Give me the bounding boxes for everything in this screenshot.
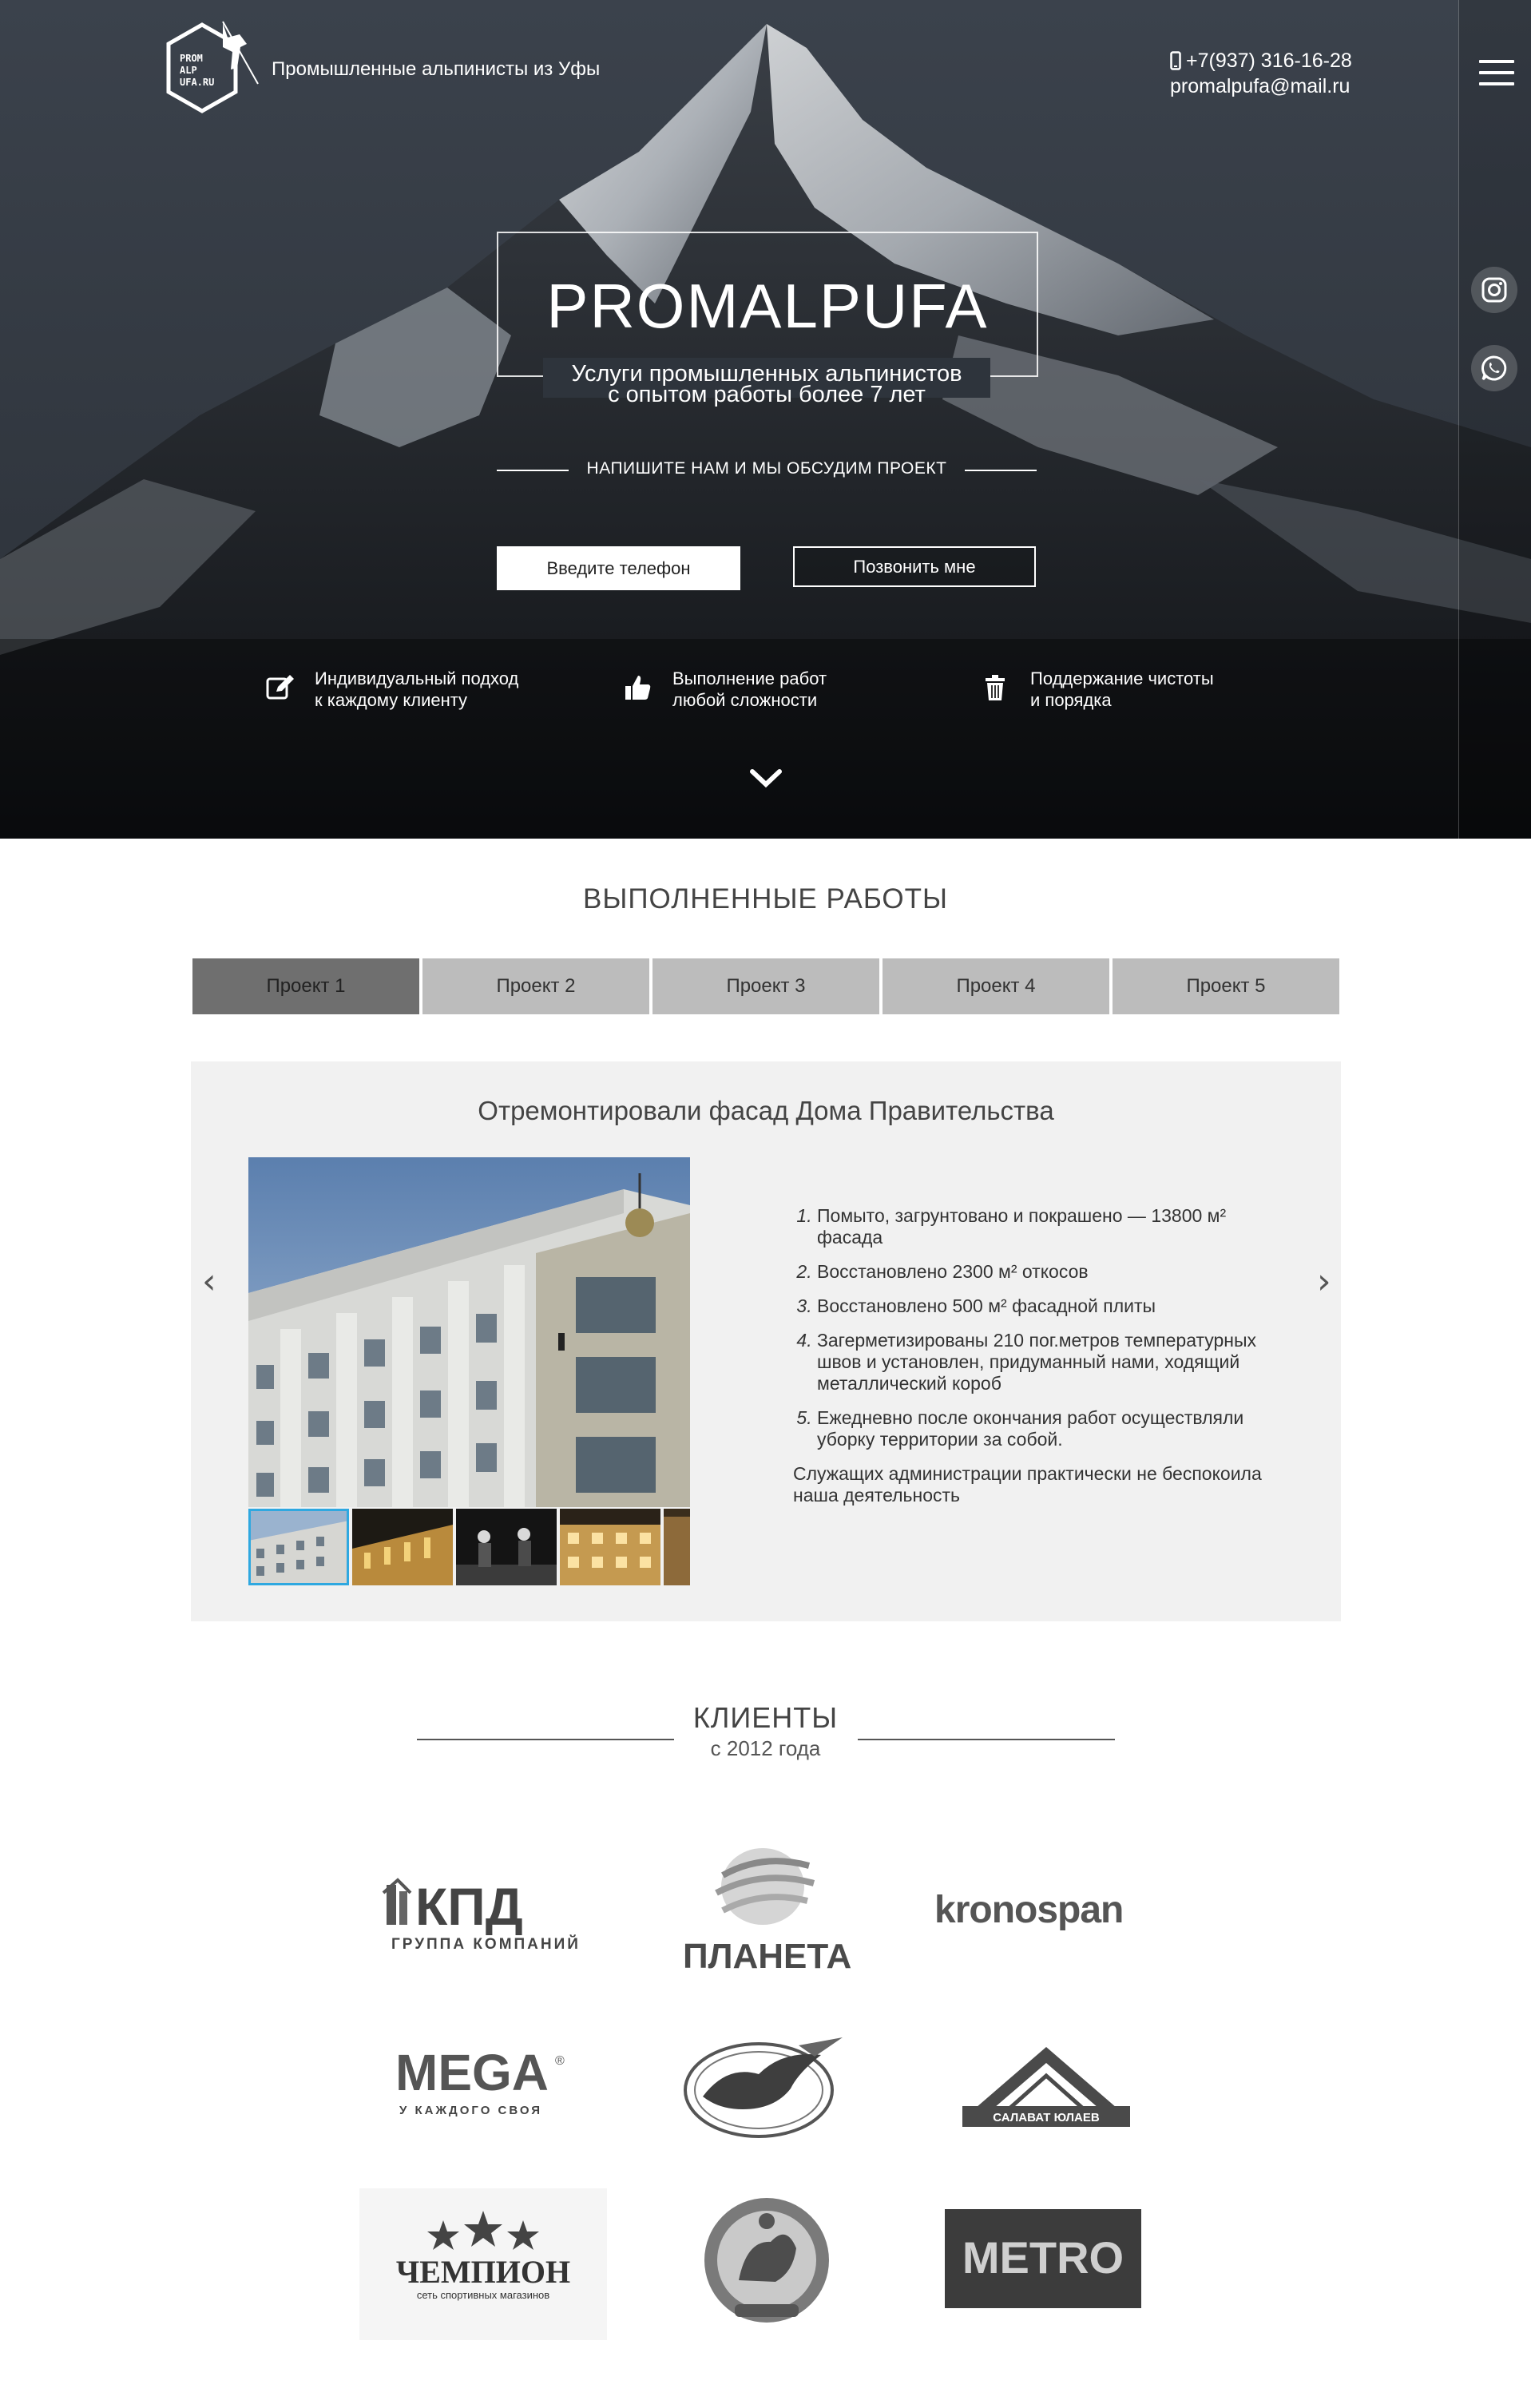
thumbnail-2[interactable] (352, 1509, 453, 1585)
tab-project-5[interactable]: Проект 5 (1113, 958, 1339, 1014)
contacts: +7(937) 316-16-28 promalpufa@mail.ru (1170, 48, 1352, 99)
phone-input[interactable]: Введите телефон (497, 546, 740, 590)
project-title: Отремонтировали фасад Дома Правительства (478, 1096, 1054, 1125)
mountain-background (0, 0, 1531, 839)
email-link[interactable]: promalpufa@mail.ru (1170, 73, 1352, 99)
hero-section: PROM ALP UFA.RU Промышленные альпинисты … (0, 0, 1531, 839)
project-tabs: Проект 1 Проект 2 Проект 3 Проект 4 Прое… (192, 958, 1339, 1014)
carousel-prev-icon[interactable]: ‹ (202, 1261, 216, 1302)
feature-complexity: Выполнение работ любой сложности (623, 668, 827, 711)
mega-sub: У КАЖДОГО СВОЯ (399, 2104, 542, 2117)
metro-text: METRO (962, 2232, 1124, 2283)
project-description: Помыто, загрунтовано и покрашено — 13800… (793, 1205, 1272, 1506)
salavat-text: САЛАВАТ ЮЛАЕВ (993, 2111, 1100, 2124)
edit-icon (266, 675, 294, 700)
feature-individual: Индивидуальный подход к каждому клиенту (265, 668, 518, 711)
thumbnail-5[interactable] (664, 1509, 690, 1585)
cta-divider-left (497, 470, 569, 471)
feature-1-line2: к каждому клиенту (315, 690, 468, 710)
thumbnail-1[interactable] (248, 1509, 349, 1585)
client-logo-coat-of-arms (699, 2192, 835, 2332)
client-logo-emblem (679, 2033, 855, 2140)
kronospan-text: kronospan (934, 1889, 1123, 1931)
menu-icon[interactable] (1479, 60, 1514, 90)
thumbnail-strip (248, 1509, 690, 1585)
thumbnail-3[interactable] (456, 1509, 557, 1585)
logo-text-2: ALP (180, 65, 197, 76)
feature-3-line1: Поддержание чистоты (1030, 668, 1214, 688)
client-logo-kpd: КПД ГРУППА КОМПАНИЙ (375, 1869, 583, 1965)
project-items: Помыто, загрунтовано и покрашено — 13800… (793, 1205, 1272, 1450)
cta-text: НАПИШИТЕ НАМ И МЫ ОБСУДИМ ПРОЕКТ (586, 459, 947, 478)
feature-1-line1: Индивидуальный подход (315, 668, 519, 688)
project-main-photo[interactable] (248, 1157, 690, 1507)
tab-project-2[interactable]: Проект 2 (422, 958, 649, 1014)
client-logo-planeta: ПЛАНЕТА (667, 1837, 859, 1981)
client-logo-mega: MEGA ® У КАЖДОГО СВОЯ (383, 2041, 575, 2128)
planeta-text: ПЛАНЕТА (683, 1937, 851, 1976)
feature-3-line2: и порядка (1030, 690, 1112, 710)
client-logo-champion: ЧЕМПИОН сеть спортивных магазинов (359, 2188, 607, 2340)
scroll-down-chevron-icon[interactable] (749, 768, 783, 789)
cta-divider-right (965, 470, 1037, 471)
clients-subtitle: с 2012 года (710, 1736, 821, 1760)
project-item-2: Восстановлено 2300 м² откосов (817, 1261, 1272, 1283)
project-item-1: Помыто, загрунтовано и покрашено — 13800… (817, 1205, 1272, 1248)
phone-link[interactable]: +7(937) 316-16-28 (1186, 48, 1352, 73)
tab-project-1[interactable]: Проект 1 (192, 958, 419, 1014)
champion-text: ЧЕМПИОН (396, 2254, 570, 2290)
client-logo-metro: METRO (945, 2209, 1141, 2308)
right-sidebar (1458, 0, 1531, 839)
brand-title: PROMALPUFA (546, 271, 989, 341)
feature-2-line1: Выполнение работ (672, 668, 827, 688)
feature-cleanliness: Поддержание чистоты и порядка (981, 668, 1214, 711)
clients-title: КЛИЕНТЫ (692, 1701, 839, 1734)
kpd-sub: ГРУППА КОМПАНИЙ (391, 1935, 581, 1953)
project-item-3: Восстановлено 500 м² фасадной плиты (817, 1295, 1272, 1317)
mega-text: MEGA (395, 2044, 549, 2101)
client-logo-salavat: САЛАВАТ ЮЛАЕВ (954, 2041, 1138, 2136)
whatsapp-icon[interactable] (1471, 345, 1517, 391)
works-title: ВЫПОЛНЕННЫЕ РАБОТЫ (582, 883, 949, 914)
trash-icon (986, 675, 1005, 700)
brand-subtitle-line2: с опытом работы более 7 лет (608, 382, 926, 407)
logo[interactable]: PROM ALP UFA.RU (164, 20, 260, 116)
project-note: Служащих администрации практически не бе… (793, 1463, 1262, 1505)
tab-project-4[interactable]: Проект 4 (883, 958, 1109, 1014)
mega-registered-icon: ® (555, 2054, 565, 2068)
logo-text-1: PROM (180, 53, 203, 64)
instagram-icon[interactable] (1471, 267, 1517, 313)
client-logo-kronospan: kronospan (926, 1881, 1166, 1945)
carousel-next-icon[interactable]: › (1317, 1261, 1331, 1302)
tagline: Промышленные альпинисты из Уфы (272, 58, 601, 80)
call-me-button[interactable]: Позвонить мне (793, 546, 1036, 587)
project-panel: Отремонтировали фасад Дома Правительства… (191, 1061, 1341, 1621)
tab-project-3[interactable]: Проект 3 (652, 958, 879, 1014)
phone-icon (1170, 51, 1181, 70)
kpd-text: КПД (415, 1877, 523, 1936)
champion-sub: сеть спортивных магазинов (417, 2289, 549, 2301)
brand-subtitle: Услуги промышленных альпинистов с опытом… (527, 363, 1006, 407)
thumbs-up-icon (625, 676, 651, 700)
logo-text-3: UFA.RU (180, 77, 214, 88)
project-item-5: Ежедневно после окончания работ осуществ… (817, 1407, 1272, 1450)
project-item-4: Загерметизированы 210 пог.метров темпера… (817, 1330, 1272, 1394)
thumbnail-4[interactable] (560, 1509, 660, 1585)
feature-2-line2: любой сложности (672, 690, 818, 710)
